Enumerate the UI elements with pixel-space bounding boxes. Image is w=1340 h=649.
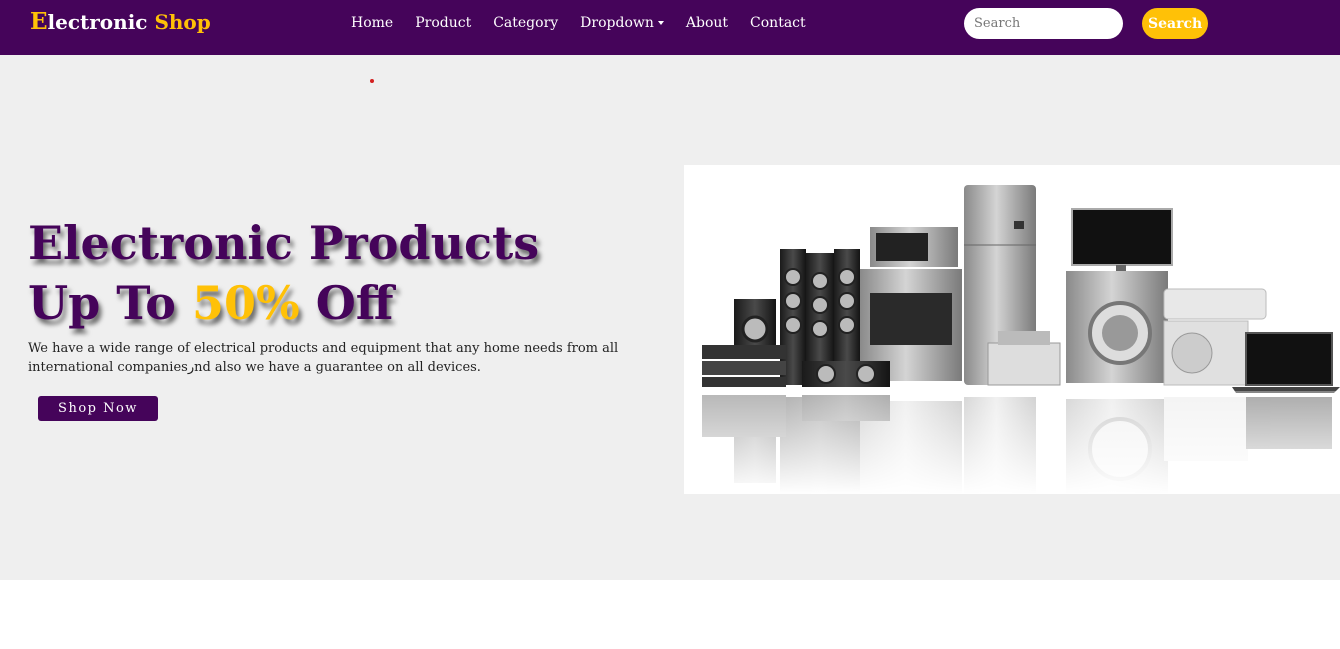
navbar: Electronic Shop Home Product Category Dr… (0, 0, 1340, 55)
nav-contact[interactable]: Contact (739, 15, 817, 31)
hero-section: Electronic Products Up To 50% Off We hav… (0, 55, 1340, 580)
caret-down-icon (657, 21, 664, 25)
hero-title-line2-suffix: Off (299, 276, 394, 330)
hero-title-line1: Electronic Products (28, 216, 540, 270)
search-input[interactable] (964, 8, 1123, 39)
nav-product[interactable]: Product (404, 15, 482, 31)
brand-accent: Shop (154, 10, 211, 34)
search-button[interactable]: Search (1142, 8, 1208, 39)
hero-appliances-image (684, 165, 1340, 494)
decorative-dot (370, 79, 374, 83)
hero-title-line2-prefix: Up To (28, 276, 192, 330)
appliances-illustration (684, 185, 1340, 494)
main-nav: Home Product Category Dropdown About Con… (340, 15, 817, 31)
hero-title: Electronic Products Up To 50% Off (28, 213, 539, 333)
brand-name: lectronic (47, 10, 148, 34)
nav-home[interactable]: Home (340, 15, 404, 31)
nav-dropdown[interactable]: Dropdown (569, 15, 675, 31)
brand-logo[interactable]: Electronic Shop (30, 8, 211, 35)
nav-dropdown-label: Dropdown (580, 15, 654, 31)
hero-description: We have a wide range of electrical produ… (28, 341, 619, 375)
nav-about[interactable]: About (675, 15, 739, 31)
hero-title-highlight: 50% (191, 276, 300, 330)
shop-now-button[interactable]: Shop Now (38, 396, 158, 421)
brand-initial: E (30, 8, 48, 35)
nav-category[interactable]: Category (482, 15, 569, 31)
